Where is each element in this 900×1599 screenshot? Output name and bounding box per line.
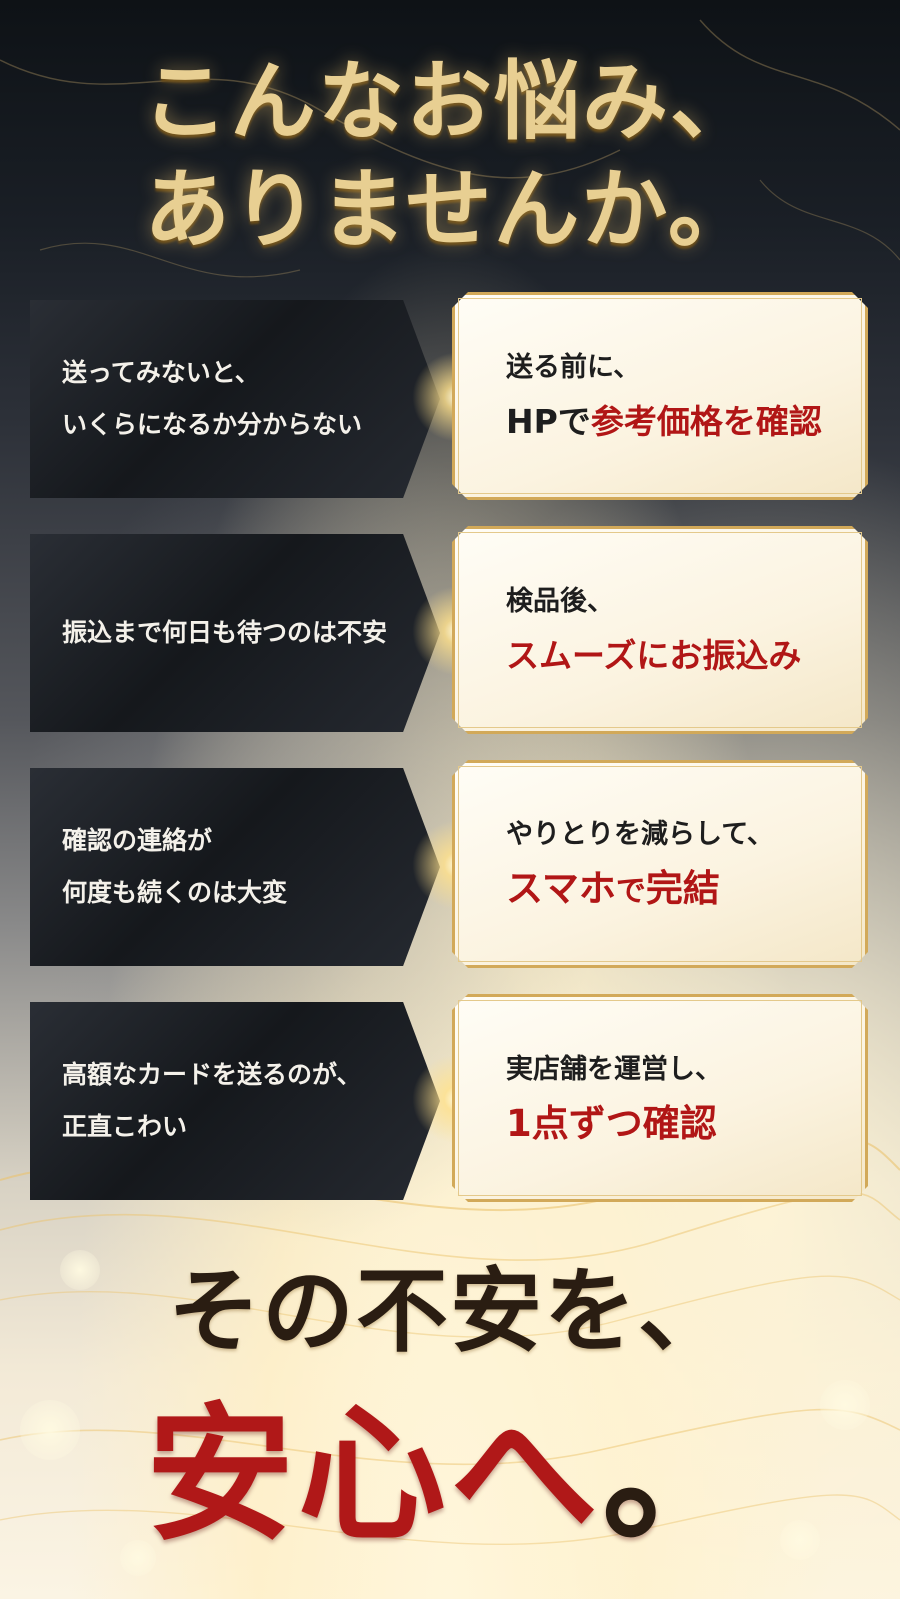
solution-line-1: 実店舗を運営し、 xyxy=(506,1054,722,1085)
concern-text: 高額なカードを送るのが、 正直こわい xyxy=(62,1060,362,1141)
solution-text: 実店舗を運営し、 1点ずつ確認 xyxy=(506,994,866,1202)
solution-highlight: 参考価格を確認 xyxy=(590,402,822,441)
concern-text: 振込まで何日も待つのは不安 xyxy=(62,618,388,647)
solution-line-1: やりとりを減らして、 xyxy=(506,818,774,850)
title-line-2: ありませんか。 xyxy=(144,159,756,260)
title-line-1: こんなお悩み、 xyxy=(142,51,758,152)
solution-highlight-2: 完結 xyxy=(645,866,720,910)
solution-line-2: スマホで完結 xyxy=(506,861,866,920)
solution-highlight: スムーズにお振込み xyxy=(506,636,802,675)
solution-line-2: スムーズにお振込み xyxy=(506,628,866,684)
closing-period: 。 xyxy=(602,1387,754,1561)
solution-line-1: 検品後、 xyxy=(506,586,614,617)
comparison-row: 確認の連絡が 何度も続くのは大変 やりとりを減らして、 スマホで完結 xyxy=(0,760,900,968)
solution-plain-text: HPで xyxy=(506,402,591,441)
closing-line-1: その不安を、 xyxy=(167,1257,732,1365)
concern-text: 送ってみないと、 いくらになるか分からない xyxy=(62,358,363,439)
solution-text: やりとりを減らして、 スマホで完結 xyxy=(506,760,866,968)
solution-highlight: スマホ xyxy=(506,866,616,910)
comparison-row: 送ってみないと、 いくらになるか分からない 送る前に、 HPで参考価格を確認 xyxy=(0,292,900,500)
solution-highlight: 1点ずつ確認 xyxy=(506,1102,717,1145)
closing-line-2: 安心へ。 xyxy=(0,1390,900,1558)
solution-line-1: 送る前に、 xyxy=(506,352,641,383)
closing-highlight: 安心へ xyxy=(146,1387,602,1561)
solution-text: 検品後、 スムーズにお振込み xyxy=(506,526,866,734)
concern-text: 確認の連絡が 何度も続くのは大変 xyxy=(62,826,288,907)
comparison-row: 高額なカードを送るのが、 正直こわい 実店舗を運営し、 1点ずつ確認 xyxy=(0,994,900,1202)
solution-line-2: 1点ずつ確認 xyxy=(506,1096,866,1152)
solution-particle: で xyxy=(615,873,646,909)
comparison-row: 振込まで何日も待つのは不安 検品後、 スムーズにお振込み xyxy=(0,526,900,734)
solution-line-2: HPで参考価格を確認 xyxy=(506,394,866,450)
solution-text: 送る前に、 HPで参考価格を確認 xyxy=(506,292,866,500)
page-title: こんなお悩み、 ありませんか。 xyxy=(0,48,900,264)
